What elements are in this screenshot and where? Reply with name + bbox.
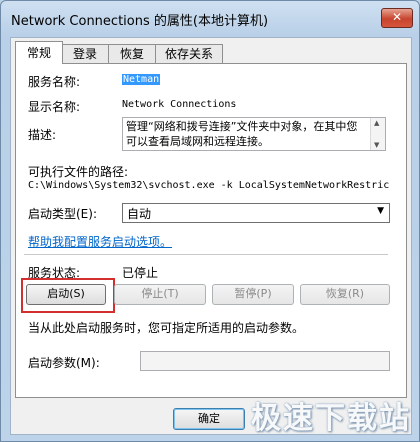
- exe-path-value: C:\Windows\System32\svchost.exe -k Local…: [28, 180, 390, 191]
- service-name-value[interactable]: Netman: [122, 74, 161, 85]
- start-button[interactable]: 启动(S): [26, 284, 106, 305]
- stop-button[interactable]: 停止(T): [114, 284, 206, 305]
- description-text: 管理“网络和拨号连接”文件夹中对象，在其中您可以查看局域网和远程连接。: [126, 120, 358, 148]
- service-status-value: 已停止: [122, 266, 159, 280]
- dialog-client-area: 常规 登录 恢复 依存关系 服务名称: Netman 显示名称: Network…: [10, 37, 412, 435]
- scroll-up-icon[interactable]: ▲: [374, 119, 379, 127]
- chevron-down-icon[interactable]: ▼: [377, 206, 384, 216]
- pause-button[interactable]: 暂停(P): [212, 284, 294, 305]
- tab-dependencies[interactable]: 依存关系: [155, 44, 223, 63]
- exe-path-label: 可执行文件的路径:: [28, 165, 129, 179]
- tab-general[interactable]: 常规: [15, 41, 63, 64]
- description-label: 描述:: [28, 128, 57, 142]
- window-title: Network Connections 的属性(本地计算机): [11, 14, 269, 29]
- display-name-label: 显示名称:: [28, 100, 81, 114]
- startup-type-value: 自动: [127, 207, 152, 221]
- display-name-value: Network Connections: [122, 99, 237, 110]
- start-parameters-hint: 当从此处启动服务时，您可指定所适用的启动参数。: [28, 321, 305, 335]
- description-scrollbar[interactable]: ▲ ▼: [370, 118, 385, 150]
- tab-recovery[interactable]: 恢复: [108, 44, 156, 63]
- startup-type-select[interactable]: 自动 ▼: [122, 203, 390, 223]
- close-icon[interactable]: ✕: [381, 8, 413, 28]
- properties-window: Network Connections 的属性(本地计算机) ✕ 常规 登录 恢…: [0, 0, 420, 442]
- description-box[interactable]: 管理“网络和拨号连接”文件夹中对象，在其中您可以查看局域网和远程连接。 ▲ ▼: [122, 117, 386, 151]
- general-tab-panel: 服务名称: Netman 显示名称: Network Connections 描…: [15, 63, 407, 398]
- resume-button[interactable]: 恢复(R): [300, 284, 390, 305]
- tab-logon[interactable]: 登录: [61, 44, 109, 63]
- help-configure-link[interactable]: 帮助我配置服务启动选项。: [28, 233, 172, 250]
- start-parameters-input[interactable]: [140, 351, 390, 371]
- ok-button[interactable]: 确定: [173, 408, 245, 430]
- start-parameters-label: 启动参数(M):: [28, 356, 100, 370]
- service-name-label: 服务名称:: [28, 75, 81, 89]
- site-watermark: 极速下载站: [251, 401, 411, 436]
- divider: [24, 254, 388, 255]
- startup-type-label: 启动类型(E):: [28, 207, 97, 221]
- scroll-down-icon[interactable]: ▼: [374, 141, 379, 149]
